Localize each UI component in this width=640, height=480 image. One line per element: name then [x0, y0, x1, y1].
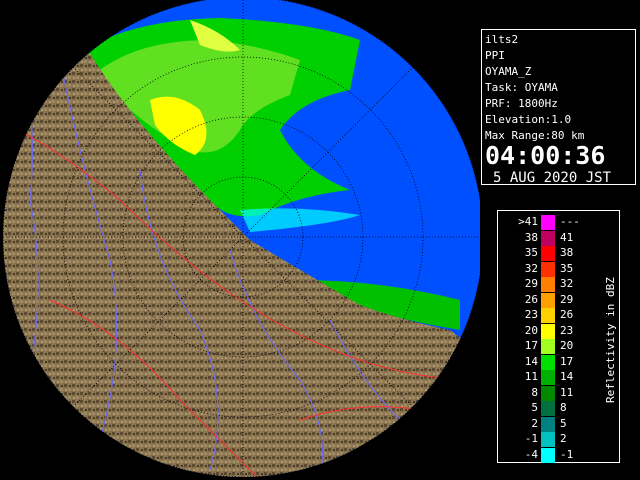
legend-color-swatch — [541, 308, 555, 323]
legend-color-swatch — [541, 261, 555, 277]
legend-color-swatch — [541, 416, 555, 432]
legend-color-swatch — [541, 354, 555, 370]
legend-row: 58 — [498, 400, 619, 416]
observation-date: 5 AUG 2020 JST — [493, 170, 612, 186]
legend-high-value: 14 — [560, 370, 574, 383]
legend-row: 38 41 — [498, 230, 619, 246]
legend-low-value: 32 — [524, 261, 538, 275]
legend-low-value: 23 — [524, 308, 538, 321]
legend-low-value: 20 — [524, 323, 538, 337]
legend-low-value: 14 — [524, 354, 538, 368]
legend-color-swatch — [541, 215, 555, 230]
legend-low-value: 2 — [531, 416, 538, 430]
radar-info-panel: ilts2 PPI OYAMA_Z Task: OYAMA PRF: 1800H… — [481, 29, 636, 186]
legend-row: >41 --- — [498, 214, 619, 230]
legend-low-value: 17 — [524, 339, 538, 352]
product-name: OYAMA_Z — [485, 65, 532, 78]
legend-color-swatch — [541, 292, 555, 308]
legend-low-value: 26 — [524, 292, 538, 306]
legend-low-value: 5 — [531, 401, 538, 414]
legend-color-swatch — [541, 370, 555, 385]
legend-color-swatch — [541, 246, 555, 261]
legend-low-value: 35 — [524, 246, 538, 259]
legend-high-value: --- — [560, 215, 580, 228]
legend-color-swatch — [541, 230, 555, 246]
legend-high-value: 2 — [560, 432, 567, 445]
legend-high-value: 41 — [560, 230, 574, 244]
legend-high-value: 20 — [560, 339, 574, 352]
prf-label: PRF: 1800Hz — [485, 97, 558, 110]
legend-color-swatch — [541, 277, 555, 292]
legend-low-value: -4 — [524, 447, 538, 461]
legend-high-value: 8 — [560, 401, 567, 414]
legend-color-swatch — [541, 432, 555, 447]
legend-high-value: 17 — [560, 354, 574, 368]
legend-row: -1 2 — [498, 431, 619, 447]
task-label: Task: OYAMA — [485, 81, 558, 94]
observation-time: 04:00:36 — [485, 141, 606, 170]
legend-color-swatch — [541, 385, 555, 401]
legend-row: 20 23 — [498, 323, 619, 339]
legend-high-value: -1 — [560, 447, 574, 461]
legend-color-swatch — [541, 401, 555, 416]
radar-ppi-display — [0, 0, 480, 480]
legend-high-value: 38 — [560, 246, 574, 259]
legend-row: 29 32 — [498, 276, 619, 292]
legend-low-value: 38 — [524, 230, 538, 244]
legend-color-swatch — [541, 339, 555, 354]
legend-high-value: 5 — [560, 416, 567, 430]
legend-high-value: 23 — [560, 323, 574, 337]
legend-row: -4 -1 — [498, 447, 619, 463]
legend-low-value: -1 — [524, 432, 538, 445]
reflectivity-legend: >41 --- 38 41 35 38 32 35 29 32 26 29 23 26 20 23 17 20 14… — [497, 210, 620, 463]
legend-low-value: 11 — [524, 370, 538, 383]
legend-color-swatch — [541, 447, 555, 463]
legend-low-value: 8 — [531, 385, 538, 399]
legend-row: 17 20 — [498, 338, 619, 354]
legend-high-value: 32 — [560, 277, 574, 290]
legend-row: 23 26 — [498, 307, 619, 323]
legend-high-value: 26 — [560, 308, 574, 321]
legend-color-swatch — [541, 323, 555, 339]
legend-low-value: 29 — [524, 277, 538, 290]
elevation-label: Elevation:1.0 — [485, 113, 572, 126]
legend-low-value: >41 — [518, 215, 538, 228]
legend-row: 35 38 — [498, 245, 619, 261]
legend-row: 25 — [498, 416, 619, 432]
legend-unit-label: Reflectivity in dBZ — [604, 277, 617, 403]
legend-high-value: 29 — [560, 292, 574, 306]
display-mode: PPI — [485, 49, 505, 62]
legend-row: 26 29 — [498, 292, 619, 308]
legend-high-value: 35 — [560, 261, 574, 275]
legend-high-value: 11 — [560, 385, 574, 399]
legend-row: 32 35 — [498, 261, 619, 277]
legend-row: 8 11 — [498, 385, 619, 401]
radar-name: ilts2 — [485, 33, 519, 46]
legend-row: 11 14 — [498, 369, 619, 385]
legend-row: 14 17 — [498, 354, 619, 370]
